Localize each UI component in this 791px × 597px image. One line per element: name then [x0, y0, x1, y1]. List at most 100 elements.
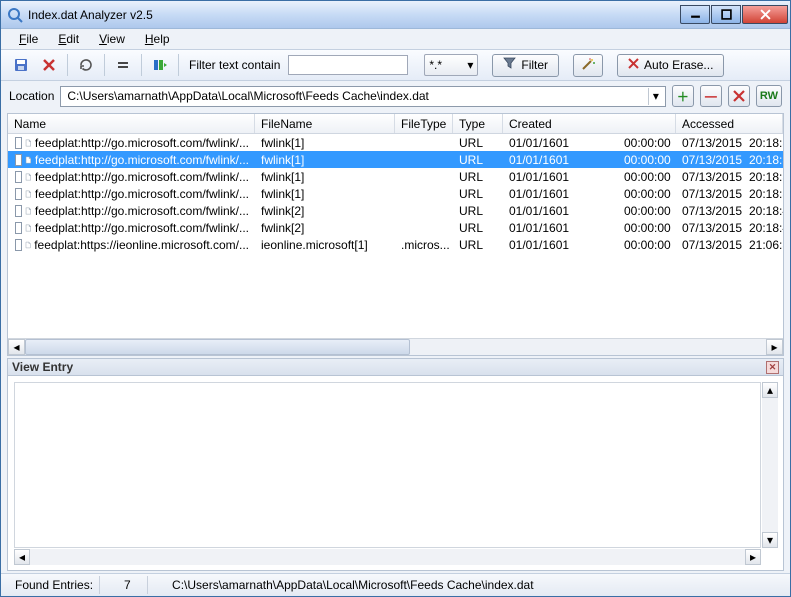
cell-created-time: 00:00:00 [618, 221, 676, 235]
horizontal-scrollbar[interactable]: ◂ ▸ [8, 338, 783, 355]
cell-created-date: 01/01/1601 [503, 204, 618, 218]
cell-name: feedplat:http://go.microsoft.com/fwlink/… [35, 170, 249, 184]
auto-erase-button[interactable]: Auto Erase... [617, 54, 724, 77]
cell-accessed-time: 20:18:42 [743, 221, 783, 235]
delete-location-button[interactable] [728, 85, 750, 107]
table-row[interactable]: feedplat:https://ieonline.microsoft.com/… [8, 236, 783, 253]
app-icon [7, 7, 23, 23]
row-checkbox[interactable] [15, 188, 22, 200]
cell-type: URL [453, 136, 503, 150]
location-combo[interactable]: C:\Users\amarnath\AppData\Local\Microsof… [60, 86, 665, 107]
readwrite-indicator[interactable]: RW [756, 85, 782, 107]
col-accessed[interactable]: Accessed [676, 114, 783, 133]
scroll-left-button[interactable]: ◂ [8, 339, 25, 355]
delete-button[interactable] [37, 53, 61, 77]
scroll-left-button[interactable]: ◂ [14, 549, 30, 565]
equals-button[interactable] [111, 53, 135, 77]
cell-created-date: 01/01/1601 [503, 153, 618, 167]
titlebar[interactable]: Index.dat Analyzer v2.5 [1, 1, 790, 29]
cell-name: feedplat:http://go.microsoft.com/fwlink/… [35, 204, 249, 218]
row-checkbox[interactable] [15, 154, 22, 166]
scroll-right-button[interactable]: ▸ [745, 549, 761, 565]
table-header: Name FileName FileType Type Created Acce… [8, 114, 783, 134]
pattern-select[interactable]: *.*▾ [424, 54, 478, 76]
cell-accessed-time: 20:18:42 [743, 204, 783, 218]
scroll-right-button[interactable]: ▸ [766, 339, 783, 355]
cell-created-time: 00:00:00 [618, 204, 676, 218]
cell-created-time: 00:00:00 [618, 238, 676, 252]
col-name[interactable]: Name [8, 114, 255, 133]
cell-created-time: 00:00:00 [618, 170, 676, 184]
cell-accessed-time: 20:18:37 [743, 153, 783, 167]
menubar: File Edit View Help [1, 29, 790, 49]
cell-accessed-date: 07/13/2015 [676, 238, 743, 252]
location-label: Location [9, 89, 54, 103]
menu-edit[interactable]: Edit [50, 30, 87, 48]
scroll-up-button[interactable]: ▴ [762, 382, 778, 398]
menu-help[interactable]: Help [137, 30, 178, 48]
row-checkbox[interactable] [15, 222, 22, 234]
cell-name: feedplat:http://go.microsoft.com/fwlink/… [35, 153, 249, 167]
add-location-button[interactable]: ＋ [672, 85, 694, 107]
chevron-down-icon[interactable]: ▾ [648, 88, 663, 105]
filter-input[interactable] [288, 55, 408, 75]
cell-accessed-date: 07/13/2015 [676, 187, 743, 201]
cell-accessed-date: 07/13/2015 [676, 221, 743, 235]
cell-accessed-date: 07/13/2015 [676, 170, 743, 184]
col-type[interactable]: Type [453, 114, 503, 133]
row-checkbox[interactable] [15, 137, 22, 149]
cell-created-date: 01/01/1601 [503, 187, 618, 201]
statusbar: Found Entries: 7 C:\Users\amarnath\AppDa… [1, 573, 790, 596]
cell-filename: fwlink[1] [255, 187, 395, 201]
row-checkbox[interactable] [15, 239, 22, 251]
cell-filename: fwlink[1] [255, 153, 395, 167]
wand-button[interactable] [573, 54, 603, 77]
refresh-button[interactable] [74, 53, 98, 77]
vertical-scrollbar[interactable]: ▴ ▾ [762, 382, 778, 548]
view-entry-pane: ▴ ▾ ◂ ▸ [7, 376, 784, 571]
maximize-button[interactable] [711, 5, 741, 24]
close-pane-button[interactable]: ✕ [766, 361, 779, 374]
location-path: C:\Users\amarnath\AppData\Local\Microsof… [67, 89, 429, 103]
status-found-label: Found Entries: [9, 576, 100, 594]
view-entry-content[interactable] [14, 382, 761, 548]
cell-accessed-time: 20:18:37 [743, 136, 783, 150]
cell-created-time: 00:00:00 [618, 136, 676, 150]
chevron-down-icon: ▾ [467, 58, 473, 72]
cell-type: URL [453, 153, 503, 167]
cell-filename: fwlink[1] [255, 136, 395, 150]
table-row[interactable]: feedplat:http://go.microsoft.com/fwlink/… [8, 168, 783, 185]
save-button[interactable] [9, 53, 33, 77]
table-row[interactable]: feedplat:http://go.microsoft.com/fwlink/… [8, 185, 783, 202]
menu-view[interactable]: View [91, 30, 133, 48]
cell-created-time: 00:00:00 [618, 187, 676, 201]
table-row[interactable]: feedplat:http://go.microsoft.com/fwlink/… [8, 151, 783, 168]
window-title: Index.dat Analyzer v2.5 [28, 8, 679, 22]
scroll-down-button[interactable]: ▾ [762, 532, 778, 548]
table-row[interactable]: feedplat:http://go.microsoft.com/fwlink/… [8, 202, 783, 219]
status-path: C:\Users\amarnath\AppData\Local\Microsof… [166, 576, 782, 594]
menu-file[interactable]: File [11, 30, 46, 48]
row-checkbox[interactable] [15, 205, 22, 217]
cell-type: URL [453, 170, 503, 184]
row-checkbox[interactable] [15, 171, 22, 183]
col-filetype[interactable]: FileType [395, 114, 453, 133]
table-body: feedplat:http://go.microsoft.com/fwlink/… [8, 134, 783, 338]
close-button[interactable] [742, 5, 788, 24]
table-row[interactable]: feedplat:http://go.microsoft.com/fwlink/… [8, 219, 783, 236]
remove-location-button[interactable]: — [700, 85, 722, 107]
scroll-thumb[interactable] [25, 339, 410, 355]
cell-type: URL [453, 238, 503, 252]
x-icon [628, 58, 639, 72]
table-row[interactable]: feedplat:http://go.microsoft.com/fwlink/… [8, 134, 783, 151]
cell-created-date: 01/01/1601 [503, 221, 618, 235]
cell-name: feedplat:https://ieonline.microsoft.com/… [34, 238, 249, 252]
minimize-button[interactable] [680, 5, 710, 24]
col-filename[interactable]: FileName [255, 114, 395, 133]
cell-filetype: .micros... [395, 238, 453, 252]
filter-button[interactable]: Filter [492, 54, 559, 77]
horizontal-scrollbar[interactable]: ◂ ▸ [14, 549, 761, 565]
col-created[interactable]: Created [503, 114, 676, 133]
columns-button[interactable] [148, 53, 172, 77]
view-entry-header: View Entry ✕ [7, 358, 784, 376]
